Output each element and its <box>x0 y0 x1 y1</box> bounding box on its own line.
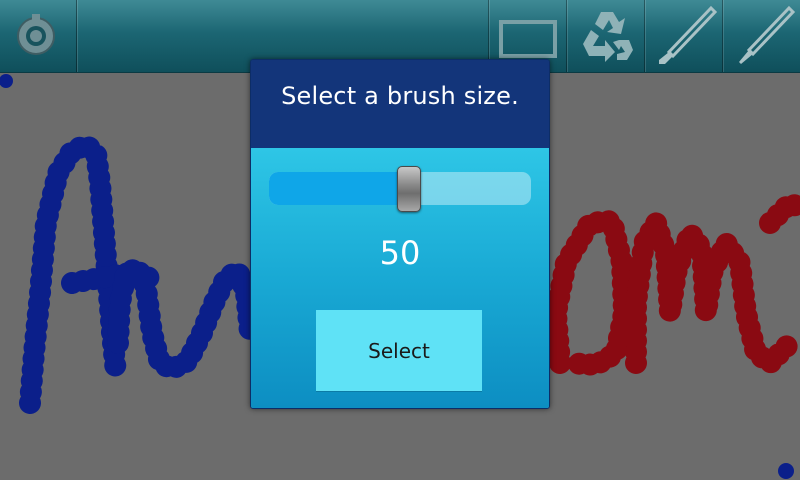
pen-button[interactable] <box>722 0 800 72</box>
brush-size-dialog: Select a brush size. 50 Select <box>250 59 550 409</box>
blue-dot <box>778 463 794 479</box>
dialog-header: Select a brush size. <box>251 60 549 148</box>
red-stroke <box>625 212 800 374</box>
recycle-icon <box>573 6 639 68</box>
blue-stroke <box>107 257 261 380</box>
select-button[interactable]: Select <box>316 310 482 391</box>
brush-icon <box>653 4 719 68</box>
red-stroke <box>545 210 635 376</box>
brush-button[interactable] <box>644 0 723 72</box>
slider-fill <box>269 172 408 205</box>
recycle-button[interactable] <box>566 0 645 72</box>
frame-icon <box>499 18 559 60</box>
settings-gear-icon <box>10 12 62 60</box>
slider-thumb[interactable] <box>397 166 421 212</box>
blue-dot <box>0 74 13 88</box>
dialog-body: 50 Select <box>251 148 549 408</box>
red-stroke <box>759 192 800 234</box>
dialog-title: Select a brush size. <box>281 82 519 110</box>
pen-icon <box>731 4 797 68</box>
brush-size-value: 50 <box>379 234 421 272</box>
settings-button[interactable] <box>0 0 76 72</box>
